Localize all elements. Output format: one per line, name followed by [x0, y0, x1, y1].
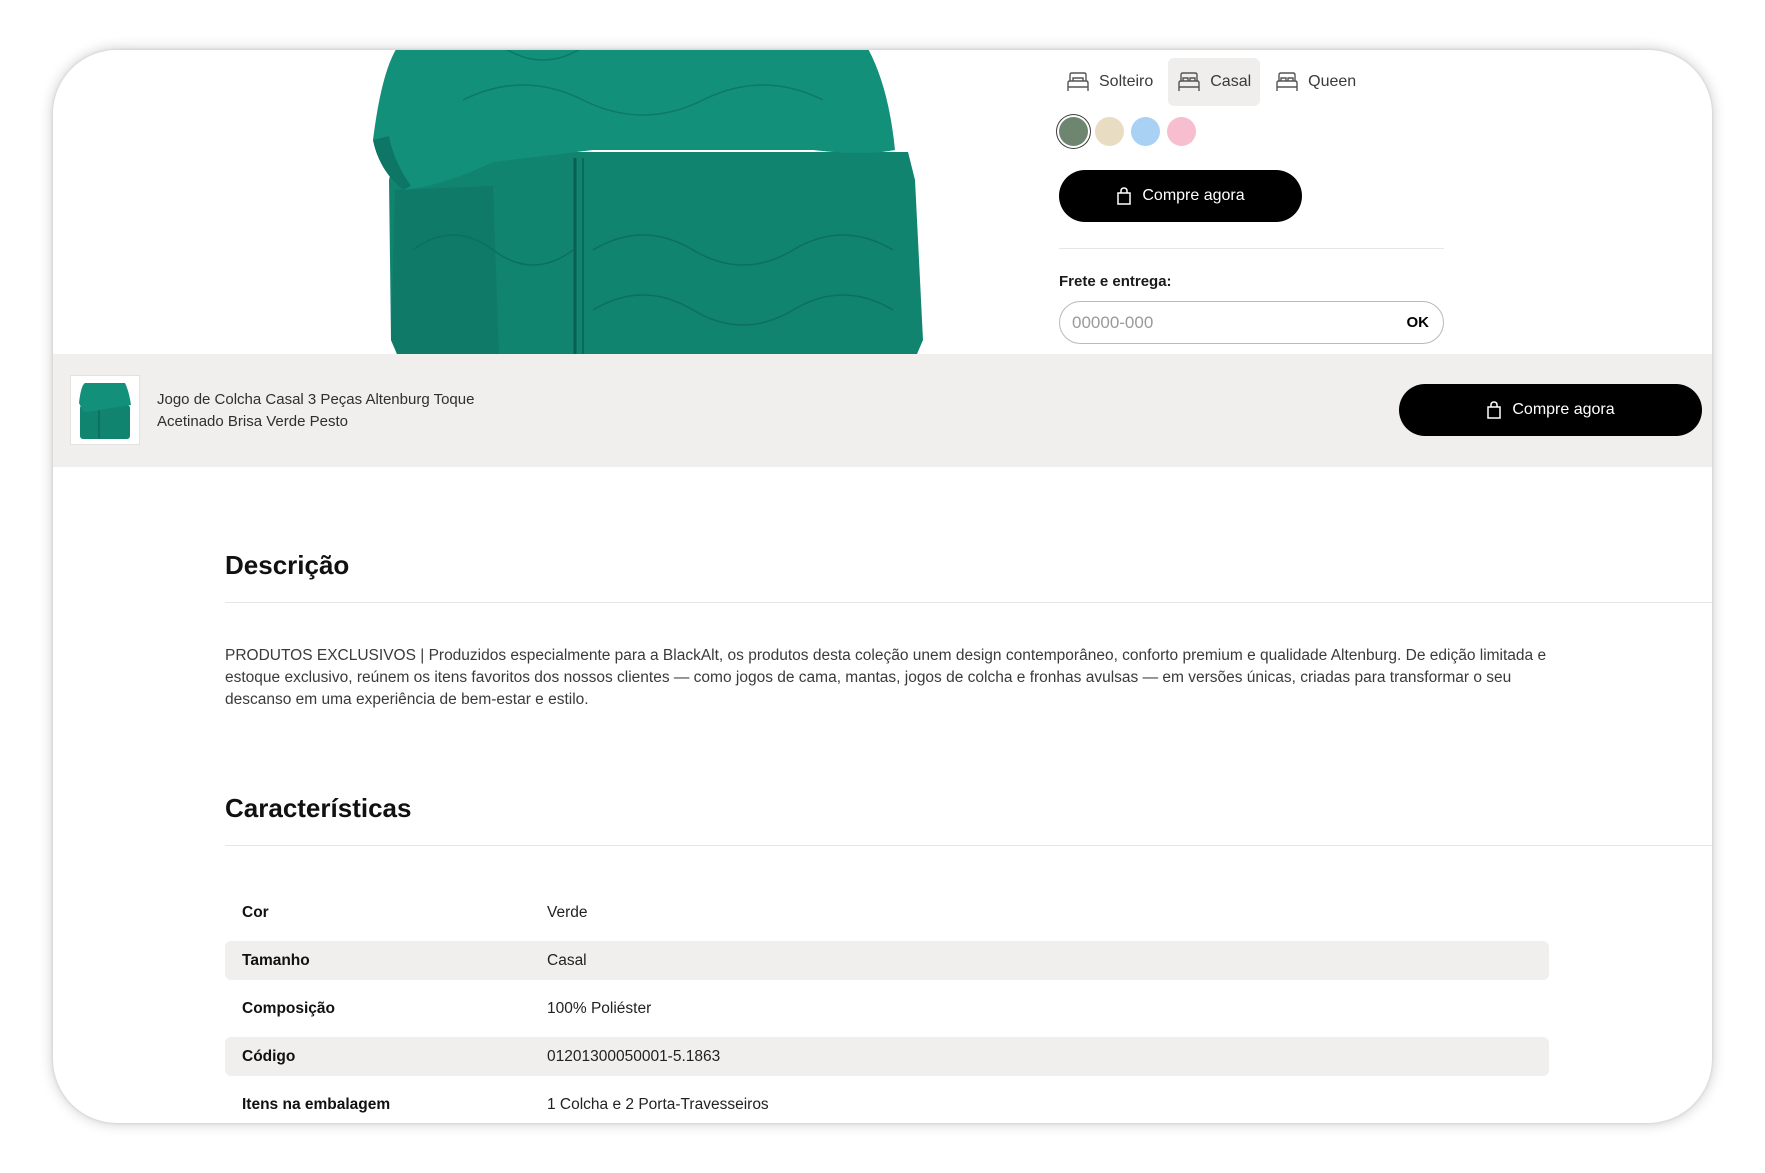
sticky-buy-now-label: Compre agora — [1512, 401, 1615, 418]
description-text: PRODUTOS EXCLUSIVOS | Produzidos especia… — [225, 647, 1547, 708]
bed-icon — [1067, 72, 1089, 91]
product-thumbnail — [70, 375, 140, 445]
row-value: 100% Poliéster — [547, 999, 652, 1017]
row-value: 01201300050001-5.1863 — [547, 1047, 721, 1065]
product-image — [373, 50, 923, 354]
row-key: Composição — [242, 999, 336, 1017]
cep-ok-button[interactable]: OK — [1407, 314, 1430, 331]
table-row: Composição 100% Poliéster — [225, 989, 1549, 1028]
sticky-buy-bar: Jogo de Colcha Casal 3 Peças Altenburg T… — [53, 354, 1712, 467]
row-value: 1 Colcha e 2 Porta-Travesseiros — [547, 1095, 769, 1113]
bed-icon — [1276, 72, 1298, 91]
product-thumbnail-image — [79, 383, 131, 439]
cep-field: OK — [1059, 301, 1444, 344]
size-label: Casal — [1210, 73, 1252, 90]
row-key: Itens na embalagem — [242, 1095, 391, 1113]
size-selector: Solteiro Casal Queen — [1057, 58, 1365, 106]
sticky-buy-now-button[interactable]: Compre agora — [1399, 384, 1702, 436]
characteristics-heading: Características — [225, 793, 412, 823]
row-value: Verde — [547, 903, 588, 921]
table-row: Itens na embalagem 1 Colcha e 2 Porta-Tr… — [225, 1085, 1549, 1123]
size-label: Solteiro — [1099, 73, 1154, 90]
color-swatch-beige[interactable] — [1095, 117, 1124, 146]
divider — [1059, 248, 1444, 249]
size-option-casal[interactable]: Casal — [1168, 58, 1261, 106]
color-swatch-green[interactable] — [1059, 117, 1088, 146]
row-key: Código — [242, 1047, 296, 1065]
shipping-label: Frete e entrega: — [1059, 273, 1172, 290]
table-row: Cor Verde — [225, 893, 1549, 932]
browser-frame: Solteiro Casal Queen Compre agora Frete … — [53, 50, 1712, 1123]
characteristics-divider — [225, 845, 1712, 846]
cep-input[interactable] — [1072, 312, 1407, 333]
table-row: Código 01201300050001-5.1863 — [225, 1037, 1549, 1076]
size-option-queen[interactable]: Queen — [1266, 58, 1365, 106]
sticky-product-title: Jogo de Colcha Casal 3 Peças Altenburg T… — [157, 391, 475, 430]
row-key: Cor — [242, 903, 269, 921]
buy-now-label: Compre agora — [1142, 187, 1245, 204]
shopping-bag-icon — [1117, 187, 1132, 205]
color-swatch-pink[interactable] — [1167, 117, 1196, 146]
color-selector — [1059, 117, 1196, 146]
description-divider — [225, 602, 1712, 603]
characteristics-table: Cor Verde Tamanho Casal Composição 100% … — [225, 893, 1549, 1123]
buy-now-button[interactable]: Compre agora — [1059, 170, 1302, 222]
shopping-bag-icon — [1487, 401, 1502, 419]
size-label: Queen — [1308, 73, 1357, 90]
row-key: Tamanho — [242, 951, 310, 969]
color-swatch-blue[interactable] — [1131, 117, 1160, 146]
bed-icon — [1178, 72, 1200, 91]
size-option-solteiro[interactable]: Solteiro — [1057, 58, 1162, 106]
row-value: Casal — [547, 951, 587, 969]
product-top-section: Solteiro Casal Queen Compre agora Frete … — [53, 50, 1712, 354]
description-heading: Descrição — [225, 550, 350, 580]
table-row: Tamanho Casal — [225, 941, 1549, 980]
